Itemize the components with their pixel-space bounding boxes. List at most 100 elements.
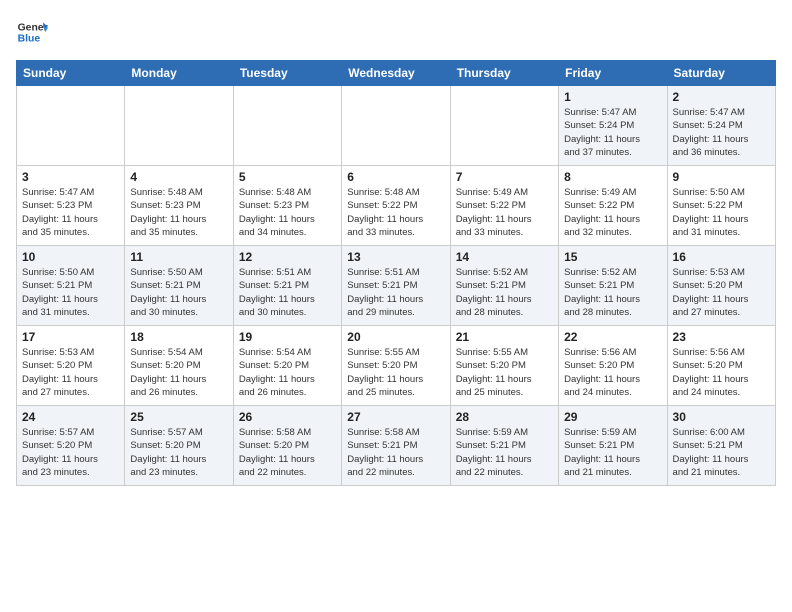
calendar-cell: 2Sunrise: 5:47 AM Sunset: 5:24 PM Daylig…	[667, 86, 775, 166]
calendar-cell: 30 Sunrise: 6:00 AM Sunset: 5:21 PM Dayli…	[667, 406, 775, 486]
day-info: Sunrise: 5:54 AM Sunset: 5:20 PM Dayligh…	[239, 346, 336, 399]
calendar-cell: 5 Sunrise: 5:48 AM Sunset: 5:23 PM Daylig…	[233, 166, 341, 246]
day-info: Sunrise: 5:48 AM Sunset: 5:23 PM Dayligh…	[239, 186, 336, 239]
calendar-cell: 21 Sunrise: 5:55 AM Sunset: 5:20 PM Dayli…	[450, 326, 558, 406]
day-number: 14	[456, 250, 553, 264]
day-number: 9	[673, 170, 770, 184]
day-number: 30	[673, 410, 770, 424]
calendar-cell: 15Sunrise: 5:52 AM Sunset: 5:21 PM Dayli…	[559, 246, 667, 326]
day-number: 28	[456, 410, 553, 424]
day-number: 13	[347, 250, 444, 264]
day-info: Sunrise: 5:50 AM Sunset: 5:21 PM Dayligh…	[22, 266, 119, 319]
calendar-cell: 16Sunrise: 5:53 AM Sunset: 5:20 PM Dayli…	[667, 246, 775, 326]
calendar-cell: 14 Sunrise: 5:52 AM Sunset: 5:21 PM Dayli…	[450, 246, 558, 326]
weekday-wednesday: Wednesday	[342, 61, 450, 86]
svg-text:Blue: Blue	[18, 34, 41, 45]
page: General Blue SundayMondayTuesdayWednesda…	[0, 0, 792, 496]
calendar-cell: 7 Sunrise: 5:49 AM Sunset: 5:22 PM Daylig…	[450, 166, 558, 246]
day-info: Sunrise: 5:49 AM Sunset: 5:22 PM Dayligh…	[564, 186, 661, 239]
day-number: 29	[564, 410, 661, 424]
day-info: Sunrise: 5:50 AM Sunset: 5:21 PM Dayligh…	[130, 266, 227, 319]
calendar-cell: 25 Sunrise: 5:57 AM Sunset: 5:20 PM Dayli…	[125, 406, 233, 486]
calendar-cell: 12 Sunrise: 5:51 AM Sunset: 5:21 PM Dayli…	[233, 246, 341, 326]
day-info: Sunrise: 5:48 AM Sunset: 5:22 PM Dayligh…	[347, 186, 444, 239]
day-number: 22	[564, 330, 661, 344]
day-info: Sunrise: 5:51 AM Sunset: 5:21 PM Dayligh…	[347, 266, 444, 319]
day-number: 8	[564, 170, 661, 184]
weekday-sunday: Sunday	[17, 61, 125, 86]
day-number: 19	[239, 330, 336, 344]
calendar-table: SundayMondayTuesdayWednesdayThursdayFrid…	[16, 60, 776, 486]
day-info: Sunrise: 5:54 AM Sunset: 5:20 PM Dayligh…	[130, 346, 227, 399]
day-info: Sunrise: 6:00 AM Sunset: 5:21 PM Dayligh…	[673, 426, 770, 479]
day-info: Sunrise: 5:49 AM Sunset: 5:22 PM Dayligh…	[456, 186, 553, 239]
calendar-cell: 6 Sunrise: 5:48 AM Sunset: 5:22 PM Daylig…	[342, 166, 450, 246]
calendar-cell: 23 Sunrise: 5:56 AM Sunset: 5:20 PM Dayli…	[667, 326, 775, 406]
day-info: Sunrise: 5:55 AM Sunset: 5:20 PM Dayligh…	[347, 346, 444, 399]
day-number: 10	[22, 250, 119, 264]
day-number: 26	[239, 410, 336, 424]
day-info: Sunrise: 5:59 AM Sunset: 5:21 PM Dayligh…	[456, 426, 553, 479]
weekday-friday: Friday	[559, 61, 667, 86]
calendar-cell: 20Sunrise: 5:55 AM Sunset: 5:20 PM Dayli…	[342, 326, 450, 406]
day-info: Sunrise: 5:59 AM Sunset: 5:21 PM Dayligh…	[564, 426, 661, 479]
day-number: 4	[130, 170, 227, 184]
calendar-cell: 18Sunrise: 5:54 AM Sunset: 5:20 PM Dayli…	[125, 326, 233, 406]
logo-icon: General Blue	[16, 16, 48, 48]
day-info: Sunrise: 5:48 AM Sunset: 5:23 PM Dayligh…	[130, 186, 227, 239]
calendar-cell	[233, 86, 341, 166]
calendar-cell: 3Sunrise: 5:47 AM Sunset: 5:23 PM Daylig…	[17, 166, 125, 246]
calendar-cell: 4 Sunrise: 5:48 AM Sunset: 5:23 PM Daylig…	[125, 166, 233, 246]
calendar-cell: 28 Sunrise: 5:59 AM Sunset: 5:21 PM Dayli…	[450, 406, 558, 486]
calendar-cell: 17Sunrise: 5:53 AM Sunset: 5:20 PM Dayli…	[17, 326, 125, 406]
day-number: 1	[564, 90, 661, 104]
day-number: 12	[239, 250, 336, 264]
day-info: Sunrise: 5:57 AM Sunset: 5:20 PM Dayligh…	[130, 426, 227, 479]
calendar-cell	[125, 86, 233, 166]
day-number: 2	[673, 90, 770, 104]
day-info: Sunrise: 5:56 AM Sunset: 5:20 PM Dayligh…	[564, 346, 661, 399]
calendar-cell: 9Sunrise: 5:50 AM Sunset: 5:22 PM Daylig…	[667, 166, 775, 246]
day-number: 25	[130, 410, 227, 424]
weekday-monday: Monday	[125, 61, 233, 86]
calendar-cell: 11 Sunrise: 5:50 AM Sunset: 5:21 PM Dayli…	[125, 246, 233, 326]
day-number: 21	[456, 330, 553, 344]
calendar-cell	[450, 86, 558, 166]
day-number: 17	[22, 330, 119, 344]
day-info: Sunrise: 5:55 AM Sunset: 5:20 PM Dayligh…	[456, 346, 553, 399]
calendar-week-4: 24 Sunrise: 5:57 AM Sunset: 5:20 PM Dayli…	[17, 406, 776, 486]
calendar-cell: 27 Sunrise: 5:58 AM Sunset: 5:21 PM Dayli…	[342, 406, 450, 486]
weekday-saturday: Saturday	[667, 61, 775, 86]
day-number: 5	[239, 170, 336, 184]
weekday-header-row: SundayMondayTuesdayWednesdayThursdayFrid…	[17, 61, 776, 86]
day-info: Sunrise: 5:58 AM Sunset: 5:21 PM Dayligh…	[347, 426, 444, 479]
calendar-cell: 8 Sunrise: 5:49 AM Sunset: 5:22 PM Daylig…	[559, 166, 667, 246]
weekday-tuesday: Tuesday	[233, 61, 341, 86]
calendar-week-2: 10 Sunrise: 5:50 AM Sunset: 5:21 PM Dayli…	[17, 246, 776, 326]
calendar-week-3: 17Sunrise: 5:53 AM Sunset: 5:20 PM Dayli…	[17, 326, 776, 406]
day-info: Sunrise: 5:56 AM Sunset: 5:20 PM Dayligh…	[673, 346, 770, 399]
calendar-week-0: 1 Sunrise: 5:47 AM Sunset: 5:24 PM Daylig…	[17, 86, 776, 166]
day-info: Sunrise: 5:47 AM Sunset: 5:24 PM Dayligh…	[564, 106, 661, 159]
calendar-cell: 22 Sunrise: 5:56 AM Sunset: 5:20 PM Dayli…	[559, 326, 667, 406]
calendar-cell: 26Sunrise: 5:58 AM Sunset: 5:20 PM Dayli…	[233, 406, 341, 486]
calendar-cell: 10 Sunrise: 5:50 AM Sunset: 5:21 PM Dayli…	[17, 246, 125, 326]
header: General Blue	[16, 16, 776, 48]
day-info: Sunrise: 5:57 AM Sunset: 5:20 PM Dayligh…	[22, 426, 119, 479]
day-number: 7	[456, 170, 553, 184]
day-number: 24	[22, 410, 119, 424]
day-number: 6	[347, 170, 444, 184]
day-number: 3	[22, 170, 119, 184]
day-number: 27	[347, 410, 444, 424]
day-number: 23	[673, 330, 770, 344]
calendar-cell: 19 Sunrise: 5:54 AM Sunset: 5:20 PM Dayli…	[233, 326, 341, 406]
calendar-cell: 13 Sunrise: 5:51 AM Sunset: 5:21 PM Dayli…	[342, 246, 450, 326]
calendar-cell	[17, 86, 125, 166]
calendar-cell: 1 Sunrise: 5:47 AM Sunset: 5:24 PM Daylig…	[559, 86, 667, 166]
day-number: 11	[130, 250, 227, 264]
calendar-week-1: 3Sunrise: 5:47 AM Sunset: 5:23 PM Daylig…	[17, 166, 776, 246]
day-info: Sunrise: 5:51 AM Sunset: 5:21 PM Dayligh…	[239, 266, 336, 319]
day-number: 15	[564, 250, 661, 264]
calendar-cell: 24 Sunrise: 5:57 AM Sunset: 5:20 PM Dayli…	[17, 406, 125, 486]
day-info: Sunrise: 5:52 AM Sunset: 5:21 PM Dayligh…	[456, 266, 553, 319]
